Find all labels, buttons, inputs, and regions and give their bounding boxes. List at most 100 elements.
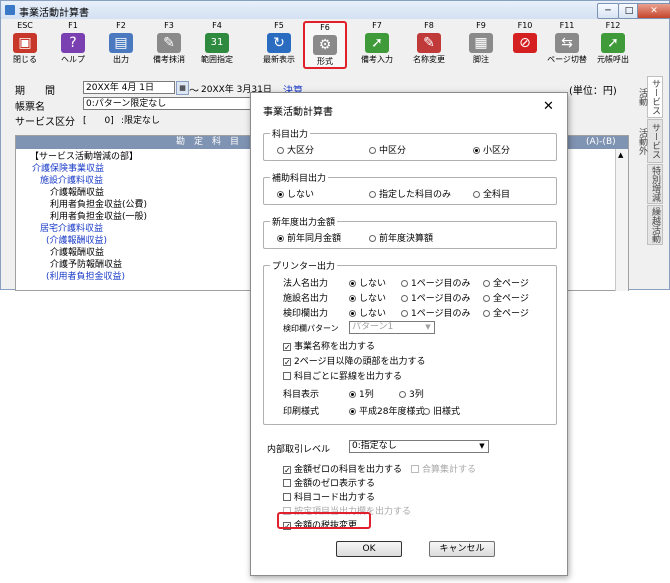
fkey-f1-button[interactable]: F1? ヘルプ — [51, 21, 95, 69]
checkbox-icon — [283, 493, 291, 501]
subject-output-radio-2[interactable]: 小区分 — [473, 143, 510, 156]
app-icon — [5, 5, 15, 15]
printer-output-title: プリンター出力 — [270, 259, 338, 272]
aux-output-radio-0[interactable]: しない — [277, 187, 314, 200]
printer-row-0-radio-0[interactable]: しない — [349, 276, 386, 289]
fkey-f2-caption: 出力 — [113, 55, 129, 64]
fkey-f5-caption: 最新表示 — [263, 55, 295, 64]
ok-button[interactable]: OK — [336, 541, 402, 557]
fkey-f4-caption: 範囲指定 — [201, 55, 233, 64]
table-row[interactable]: 利用者負担金収益(一般) — [50, 211, 147, 223]
printer-row-1-radio-1[interactable]: 1ページ目のみ — [401, 291, 471, 304]
service-category-label: サービス区分 — [15, 117, 75, 128]
radio-label: 大区分 — [287, 146, 315, 156]
calendar-from-icon[interactable]: ▦ — [176, 81, 189, 95]
period-from-field[interactable]: 20XX年 4月 1日 — [83, 81, 175, 94]
radio-label: しない — [359, 309, 387, 319]
fkey-f7-caption: 備考入力 — [361, 55, 393, 64]
fkey-f9-button[interactable]: F9 ▦ 脚注 — [459, 21, 503, 69]
table-row[interactable]: 介護報酬収益 — [50, 187, 104, 199]
dialog-close-button[interactable]: ✕ — [543, 99, 554, 114]
newyear-radio-1[interactable]: 前年度決算額 — [369, 231, 433, 244]
side-tab-non-service[interactable]: サービス活動外 — [637, 119, 663, 163]
newyear-radio-0[interactable]: 前年同月金額 — [277, 231, 341, 244]
printer-row-label: 検印欄出力 — [283, 309, 329, 319]
fkey-f1-label: F1 — [68, 21, 78, 30]
rename-icon: ✎ — [417, 33, 441, 53]
radio-label: 前年度決算額 — [379, 234, 434, 244]
fkey-f11-button[interactable]: F11 ⇆ ページ切替 — [545, 21, 589, 69]
printer-row-1-radio-2[interactable]: 全ページ — [483, 291, 529, 304]
subject-output-radio-1[interactable]: 中区分 — [369, 143, 406, 156]
fkey-f4-button[interactable]: F4 31 範囲指定 — [195, 21, 239, 69]
fkey-f5-button[interactable]: F5 ↻ 最新表示 — [257, 21, 301, 69]
col-subject-header: 勘 定 科 目 — [176, 137, 240, 147]
table-row[interactable]: (利用者負担金収益) — [46, 271, 125, 283]
fkey-f8-button[interactable]: F8 ✎ 名称変更 — [407, 21, 451, 69]
fkey-f8-caption: 名称変更 — [413, 55, 445, 64]
table-row[interactable]: 介護予防報酬収益 — [50, 259, 122, 271]
fkey-f10-button[interactable]: F10 ⊘ — [503, 21, 547, 69]
bottom-check-2[interactable]: 科目コード出力する — [283, 490, 375, 503]
prohibit-icon: ⊘ — [513, 33, 537, 53]
form-name-field[interactable]: 0:パターン限定なし — [83, 97, 253, 110]
aux-output-radio-2[interactable]: 全科目 — [473, 187, 510, 200]
service-code-field[interactable]: [ 0] — [83, 113, 114, 126]
fkey-esc-label: ESC — [17, 21, 33, 30]
fkey-f7-button[interactable]: F7 ➚ 備考入力 — [355, 21, 399, 69]
subject-display-radio-1[interactable]: 3列 — [399, 387, 424, 400]
radio-label: しない — [287, 190, 315, 200]
fkey-esc-caption: 閉じる — [13, 55, 37, 64]
page-switch-icon: ⇆ — [555, 33, 579, 53]
table-row[interactable]: (介護報酬収益) — [46, 235, 107, 247]
printer-row-0-radio-1[interactable]: 1ページ目のみ — [401, 276, 471, 289]
internal-level-select[interactable]: 0:指定なし ▼ — [349, 440, 489, 453]
table-row[interactable]: 介護保険事業収益 — [32, 163, 104, 175]
print-style-radio-0[interactable]: 平成28年度様式 — [349, 404, 424, 417]
print-style-radio-1[interactable]: 旧様式 — [423, 404, 460, 417]
close-window-button[interactable]: ✕ — [637, 3, 670, 19]
radio-label: 前年同月金額 — [287, 234, 342, 244]
table-row[interactable]: 施設介護料収益 — [40, 175, 103, 187]
scroll-up-icon[interactable]: ▲ — [618, 151, 623, 159]
printer-check-2[interactable]: 科目ごとに罫線を出力する — [283, 369, 402, 382]
printer-row-0-radio-2[interactable]: 全ページ — [483, 276, 529, 289]
table-row[interactable]: 介護報酬収益 — [50, 247, 104, 259]
aux-output-radio-1[interactable]: 指定した科目のみ — [369, 187, 451, 200]
radio-icon — [277, 147, 284, 154]
fkey-f12-button[interactable]: F12 ➚ 元帳呼出 — [591, 21, 635, 69]
table-row[interactable]: 居宅介護料収益 — [40, 223, 103, 235]
checkbox-label: 2ページ目以降の頭部を出力する — [294, 357, 426, 367]
bottom-check-1[interactable]: 金額のゼロ表示する — [283, 476, 375, 489]
printer-check-0[interactable]: ✓ 事業名称を出力する — [283, 339, 375, 352]
radio-icon — [277, 235, 284, 242]
bottom-check-0[interactable]: ✓ 金額ゼロの科目を出力する — [283, 462, 402, 475]
printer-row-2-radio-1[interactable]: 1ページ目のみ — [401, 306, 471, 319]
printer-row-label: 法人名出力 — [283, 279, 329, 289]
help-icon: ? — [61, 33, 85, 53]
fkey-f3-button[interactable]: F3 ✎ 備考抹消 — [147, 21, 191, 69]
minimize-button[interactable]: ─ — [597, 3, 619, 19]
radio-icon — [369, 147, 376, 154]
printer-row-2-radio-2[interactable]: 全ページ — [483, 306, 529, 319]
table-row[interactable]: 利用者負担金収益(公費) — [50, 199, 147, 211]
radio-icon — [473, 147, 480, 154]
cancel-button[interactable]: キャンセル — [429, 541, 495, 557]
subject-output-radio-0[interactable]: 大区分 — [277, 143, 314, 156]
fkey-f6-button[interactable]: F6 ⚙ 形式 — [303, 21, 347, 69]
fkey-f2-button[interactable]: F2 ▤ 出力 — [99, 21, 143, 69]
printer-row-2-radio-0[interactable]: しない — [349, 306, 386, 319]
side-tab-special[interactable]: 特別増減 — [647, 164, 663, 204]
printer-row-label: 施設名出力 — [283, 294, 329, 304]
table-scrollbar[interactable]: ▲ — [615, 149, 628, 291]
fkey-esc-button[interactable]: ESC ▣ 閉じる — [3, 21, 47, 69]
printer-row-1-radio-0[interactable]: しない — [349, 291, 386, 304]
side-tab-carryover[interactable]: 繰越活動 — [647, 205, 663, 245]
side-tab-service[interactable]: サービス活動 — [637, 76, 663, 118]
table-row[interactable]: 【サービス活動増減の部】 — [30, 151, 138, 163]
printer-check-1[interactable]: ✓ 2ページ目以降の頭部を出力する — [283, 354, 426, 367]
fkey-f3-caption: 備考抹消 — [153, 55, 185, 64]
subject-display-radio-0[interactable]: 1列 — [349, 387, 374, 400]
subject-display-label: 科目表示 — [283, 390, 320, 400]
checkbox-label: 科目ごとに罫線を出力する — [294, 372, 403, 382]
